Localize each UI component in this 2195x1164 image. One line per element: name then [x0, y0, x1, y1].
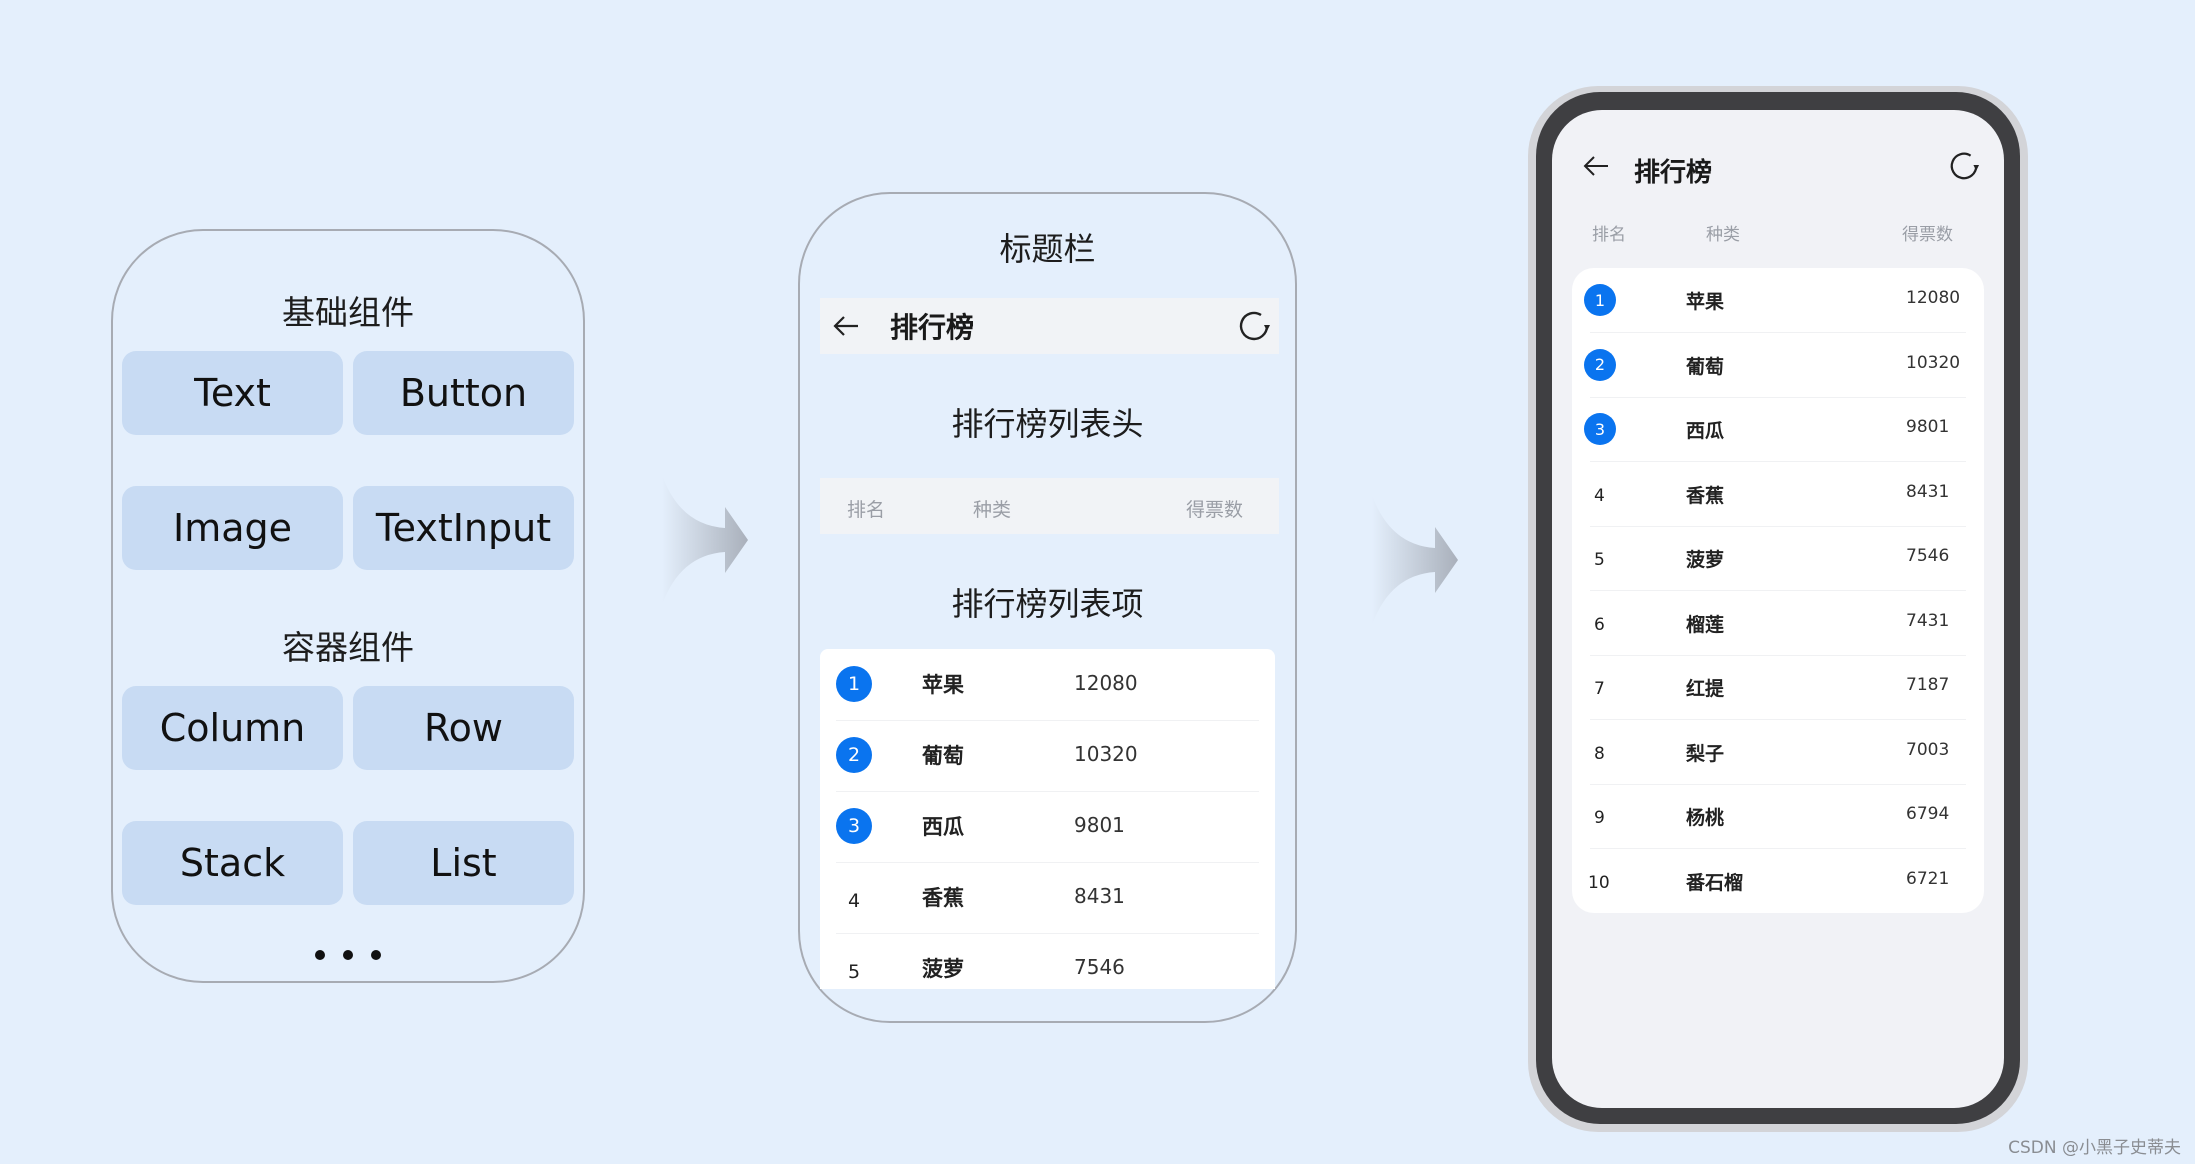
list-item[interactable]: 9 杨桃 6794: [1590, 784, 1966, 849]
item-votes: 7431: [1906, 610, 1950, 631]
rank-badge: 2: [1584, 348, 1616, 381]
item-votes: 7546: [1074, 955, 1125, 979]
item-name: 红提: [1686, 678, 1725, 700]
titlebar: 排行榜: [820, 298, 1279, 354]
more-indicator: [113, 941, 583, 965]
arrow-left-icon[interactable]: [1582, 154, 1610, 178]
header-rank: 排名: [1592, 225, 1626, 245]
item-votes: 9801: [1906, 417, 1950, 437]
item-name: 西瓜: [1686, 420, 1725, 442]
item-name: 梨子: [1686, 742, 1725, 765]
chip-stack: Stack: [122, 821, 343, 905]
rank-number: 5: [1594, 550, 1605, 570]
item-name: 苹果: [1686, 291, 1725, 313]
arrow-right-icon: [662, 475, 748, 605]
arrow-left-icon[interactable]: [832, 314, 860, 338]
item-name: 菠萝: [922, 957, 964, 981]
chip-text: Text: [122, 351, 343, 435]
chip-image: Image: [122, 486, 343, 570]
list-item[interactable]: 5 菠萝 7546: [836, 933, 1259, 989]
rank-badge: 1: [1584, 284, 1616, 316]
ranking-list: 1 苹果 12080 2 葡萄 10320 3 西瓜 9801 4 香蕉 8431 5 菠萝 7546 6 榴莲…: [1572, 268, 1984, 913]
chip-row: Row: [353, 686, 574, 770]
rank-number: 4: [1594, 485, 1605, 506]
phone-mockup: 排行榜 排名 种类 得票数 1 苹果 12080 2 葡萄 10320 3 西瓜 9801 4 香蕉…: [1528, 86, 2028, 1132]
rank-number: 7: [1594, 679, 1605, 699]
item-name: 西瓜: [922, 815, 964, 839]
header-votes: 得票数: [1185, 499, 1243, 521]
item-votes: 8431: [1074, 884, 1125, 908]
item-name: 葡萄: [922, 744, 964, 768]
list-header-label: 排行榜列表头: [951, 405, 1144, 443]
list-item-label: 排行榜列表项: [951, 585, 1144, 623]
list-item[interactable]: 3 西瓜 9801: [1584, 397, 1966, 462]
list-item[interactable]: 2 葡萄 10320: [1584, 333, 1966, 398]
item-votes: 9801: [1074, 813, 1125, 837]
rank-badge: 3: [1584, 413, 1616, 445]
arrow-right-icon: [1372, 495, 1458, 625]
item-votes: 8431: [1906, 481, 1950, 502]
item-votes: 7546: [1906, 546, 1950, 566]
list-item[interactable]: 4 香蕉 8431: [1590, 462, 1966, 527]
watermark: CSDN @小黑子史蒂夫: [2008, 1138, 2181, 1158]
rank-number: 6: [1594, 614, 1605, 635]
components-panel: 基础组件 Text Button Image TextInput 容器组件 Co…: [111, 229, 585, 983]
rank-number: 5: [848, 961, 861, 983]
item-name: 香蕉: [922, 886, 964, 910]
ranking-list-preview: 1 苹果 12080 2 葡萄 10320 3 西瓜 9801 4 香蕉 8431 5 菠萝 7546: [820, 649, 1275, 989]
list-item[interactable]: 1 苹果 12080: [1584, 268, 1966, 333]
item-name: 番石榴: [1686, 871, 1744, 894]
item-name: 葡萄: [1686, 355, 1725, 378]
refresh-icon[interactable]: [1948, 150, 1980, 182]
item-votes: 6721: [1906, 868, 1950, 889]
rank-badge: 2: [836, 737, 872, 773]
item-votes: 6794: [1906, 804, 1950, 824]
list-item[interactable]: 10 番石榴 6721: [1588, 849, 1966, 913]
list-item[interactable]: 3 西瓜 9801: [836, 791, 1259, 863]
titlebar-title: 排行榜: [890, 311, 975, 344]
list-item[interactable]: 4 香蕉 8431: [836, 862, 1259, 934]
list-item[interactable]: 8 梨子 7003: [1590, 720, 1966, 785]
item-votes: 10320: [1074, 742, 1138, 766]
rank-number: 10: [1588, 872, 1610, 893]
item-votes: 10320: [1906, 352, 1961, 373]
chip-column: Column: [122, 686, 343, 770]
chip-button: Button: [353, 351, 574, 435]
header-type: 种类: [1706, 225, 1740, 245]
header-votes: 得票数: [1902, 225, 1953, 245]
chip-list: List: [353, 821, 574, 905]
list-header: 排名 种类 得票数: [820, 478, 1279, 534]
item-name: 苹果: [922, 673, 964, 697]
structure-panel: 标题栏 排行榜 排行榜列表头 排名 种类 得票数 排行榜列表项 1 苹果 12080…: [798, 192, 1297, 1023]
item-name: 香蕉: [1686, 484, 1725, 507]
item-votes: 7003: [1906, 739, 1950, 760]
rank-badge: 1: [836, 666, 872, 702]
item-name: 榴莲: [1686, 613, 1725, 636]
rank-number: 4: [848, 890, 861, 912]
titlebar-label: 标题栏: [999, 230, 1096, 268]
chip-textinput: TextInput: [353, 486, 574, 570]
basic-components-title: 基础组件: [282, 293, 414, 332]
refresh-icon[interactable]: [1237, 309, 1271, 343]
item-votes: 12080: [1074, 671, 1138, 695]
header-rank: 排名: [847, 499, 886, 521]
phone-screen: 排行榜 排名 种类 得票数 1 苹果 12080 2 葡萄 10320 3 西瓜 9801 4 香蕉…: [1552, 110, 2004, 1108]
list-item[interactable]: 2 葡萄 10320: [836, 720, 1259, 792]
list-item[interactable]: 6 榴莲 7431: [1590, 591, 1966, 656]
list-item[interactable]: 7 红提 7187: [1590, 655, 1966, 720]
header-type: 种类: [973, 499, 1012, 521]
page-title: 排行榜: [1634, 158, 1713, 188]
rank-number: 9: [1594, 808, 1605, 828]
rank-number: 8: [1594, 743, 1605, 764]
rank-badge: 3: [836, 808, 872, 844]
item-name: 菠萝: [1686, 549, 1725, 571]
item-votes: 12080: [1906, 288, 1961, 308]
item-votes: 7187: [1906, 675, 1950, 695]
item-name: 杨桃: [1686, 807, 1725, 829]
list-item[interactable]: 1 苹果 12080: [836, 649, 1259, 721]
list-item[interactable]: 5 菠萝 7546: [1590, 526, 1966, 591]
container-components-title: 容器组件: [282, 628, 414, 667]
